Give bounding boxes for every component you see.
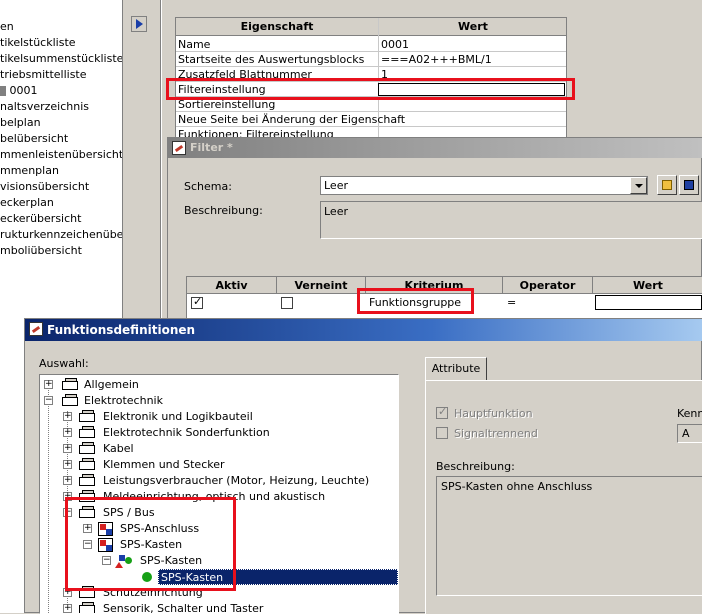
checkbox-label: Signaltrennend: [454, 427, 538, 440]
tree-node-label: Allgemein: [84, 378, 139, 391]
list-item[interactable]: tikelsummenstückliste: [0, 51, 122, 67]
tree-node-label: Elektrotechnik: [84, 394, 163, 407]
column-header[interactable]: Operator: [503, 277, 593, 294]
column-header[interactable]: Wert: [593, 277, 702, 294]
table-row[interactable]: Startseite des Auswertungsblocks ===A02++…: [176, 52, 566, 67]
list-item[interactable]: eckerübersicht: [0, 211, 81, 227]
app-icon: [172, 141, 186, 155]
tree-node-label: Elektronik und Logikbauteil: [103, 410, 253, 423]
list-item[interactable]: triebsmittelliste: [0, 67, 87, 83]
operator-cell[interactable]: =: [507, 295, 516, 310]
folder-icon: [79, 442, 97, 455]
doc-icon: [0, 86, 6, 96]
dialog-title: Filter *: [168, 138, 702, 158]
property-name: Neue Seite bei Änderung der Eigenschaft: [178, 113, 406, 126]
description-value: Leer: [324, 205, 348, 218]
column-header[interactable]: Aktiv: [187, 277, 277, 294]
description-field[interactable]: SPS-Kasten ohne Anschluss: [436, 476, 702, 596]
list-item[interactable]: belübersicht: [0, 131, 68, 147]
list-item[interactable]: visionsübersicht: [0, 179, 89, 195]
list-item[interactable]: mboliübersicht: [0, 243, 82, 259]
folder-icon: [79, 474, 97, 487]
highlight-box: [65, 497, 236, 591]
list-item[interactable]: en: [0, 19, 14, 35]
column-header[interactable]: Wert: [379, 18, 566, 36]
column-header[interactable]: Verneint: [277, 277, 366, 294]
list-item[interactable]: tikelstückliste: [0, 35, 76, 51]
list-item[interactable]: belplan: [0, 115, 41, 131]
list-item[interactable]: mmenleistenübersicht: [0, 147, 122, 163]
schema-label: Schema:: [184, 180, 232, 193]
folder-icon: [79, 458, 97, 471]
dialog-title: Funktionsdefinitionen: [25, 319, 702, 341]
property-value[interactable]: ===A02+++BML/1: [381, 52, 492, 67]
checkbox-label: Hauptfunktion: [454, 407, 533, 420]
tree-node-label: Kabel: [103, 442, 134, 455]
list-item[interactable]: eckerplan: [0, 195, 54, 211]
folder-icon: [62, 378, 80, 391]
table-row[interactable]: Name 0001: [176, 37, 566, 52]
folder-icon: [62, 394, 80, 407]
tree-node-label: Leistungsverbraucher (Motor, Heizung, Le…: [103, 474, 370, 487]
column-header[interactable]: Eigenschaft: [176, 18, 379, 36]
save-schema-button[interactable]: [679, 175, 699, 195]
table-row[interactable]: Neue Seite bei Änderung der Eigenschaft: [176, 112, 566, 127]
property-name: Name: [178, 38, 211, 51]
property-value[interactable]: 0001: [381, 37, 409, 52]
list-item-label: 0001: [9, 84, 38, 97]
list-item[interactable]: nalts­verzeichnis: [0, 99, 89, 115]
kenn-label: Kennl: [677, 407, 702, 420]
desc-label: Beschreibung:: [436, 460, 515, 473]
play-arrow-icon[interactable]: [131, 16, 147, 32]
kenn-field[interactable]: A: [677, 424, 702, 443]
verneint-checkbox[interactable]: [281, 297, 293, 309]
kenn-value: A: [682, 427, 690, 440]
description-value: SPS-Kasten ohne Anschluss: [441, 480, 593, 493]
folder-icon: [79, 426, 97, 439]
app-icon: [29, 322, 43, 336]
list-item[interactable]: mmenplan: [0, 163, 59, 179]
folder-icon: [79, 602, 97, 613]
new-schema-button[interactable]: [657, 175, 677, 195]
divider: [160, 0, 162, 320]
dialog-title-text: Funktionsdefinitionen: [47, 323, 196, 337]
chevron-down-icon[interactable]: [630, 177, 647, 194]
tree-node-label: Sensorik, Schalter und Taster: [103, 602, 264, 614]
highlight-box: [357, 288, 474, 314]
schema-value: Leer: [324, 179, 348, 192]
schema-dropdown[interactable]: Leer: [320, 176, 648, 195]
selection-label: Auswahl:: [39, 357, 89, 370]
property-name: Startseite des Auswertungsblocks: [178, 53, 365, 66]
list-item[interactable]: ruktur­kennzeichen­übersic: [0, 227, 122, 243]
new-icon: [662, 180, 672, 190]
aktiv-checkbox[interactable]: ✓: [191, 295, 203, 309]
tab-attribute[interactable]: Attribute: [425, 357, 487, 381]
tab-label: Attribute: [431, 362, 481, 375]
tree-node-label: Elektrotechnik Sonderfunktion: [103, 426, 270, 439]
save-icon: [684, 180, 694, 190]
list-item-selected[interactable]: 0001: [0, 83, 38, 99]
value-cell[interactable]: [595, 295, 702, 310]
description-label: Beschreibung:: [184, 204, 263, 217]
description-field[interactable]: Leer: [320, 201, 702, 239]
highlight-box: [166, 78, 575, 100]
tree-node-label: Klemmen und Stecker: [103, 458, 225, 471]
dialog-title-text: Filter *: [190, 141, 233, 154]
folder-icon: [79, 410, 97, 423]
